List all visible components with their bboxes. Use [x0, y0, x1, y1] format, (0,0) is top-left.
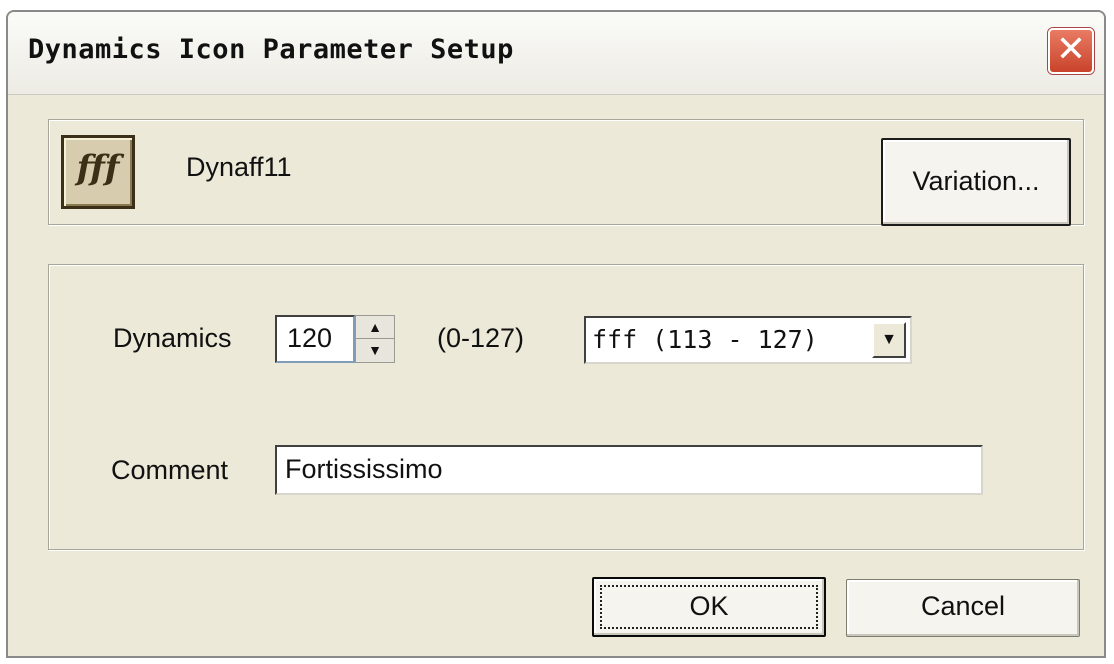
variation-button[interactable]: Variation... [881, 138, 1071, 226]
dialog-window: Dynamics Icon Parameter Setup ✕ fff Dyna… [6, 10, 1106, 658]
dynamics-range-label: (0-127) [437, 323, 525, 353]
dynamics-spinner: ▲ ▼ [355, 315, 395, 363]
chevron-down-icon[interactable]: ▼ [872, 322, 906, 358]
cancel-button[interactable]: Cancel [846, 579, 1080, 637]
close-button[interactable]: ✕ [1048, 28, 1094, 74]
dynamics-value-input[interactable]: 120 [275, 315, 355, 363]
parameters-group: Dynamics 120 ▲ ▼ (0-127) fff (113 - 127)… [48, 264, 1084, 550]
fff-dynamics-icon: fff [76, 148, 120, 188]
comment-label: Comment [111, 455, 229, 485]
dynamics-label: Dynamics [113, 323, 232, 353]
ok-button[interactable]: OK [592, 577, 826, 637]
comment-field[interactable]: Fortississimo [275, 445, 983, 495]
spin-up-icon[interactable]: ▲ [356, 316, 394, 339]
window-title: Dynamics Icon Parameter Setup [28, 34, 514, 65]
icon-name-label: Dynaff11 [186, 152, 292, 182]
spin-down-icon[interactable]: ▼ [356, 339, 394, 362]
dynamics-preset-value: fff (113 - 127) [592, 325, 818, 354]
dynamics-icon-preview: fff [61, 135, 135, 209]
focus-ring [600, 585, 818, 629]
close-icon: ✕ [1055, 29, 1087, 70]
dynamics-preset-select[interactable]: fff (113 - 127) ▼ [584, 316, 912, 364]
title-bar: Dynamics Icon Parameter Setup ✕ [8, 12, 1104, 95]
icon-info-group: fff Dynaff11 Variation... [48, 119, 1084, 226]
